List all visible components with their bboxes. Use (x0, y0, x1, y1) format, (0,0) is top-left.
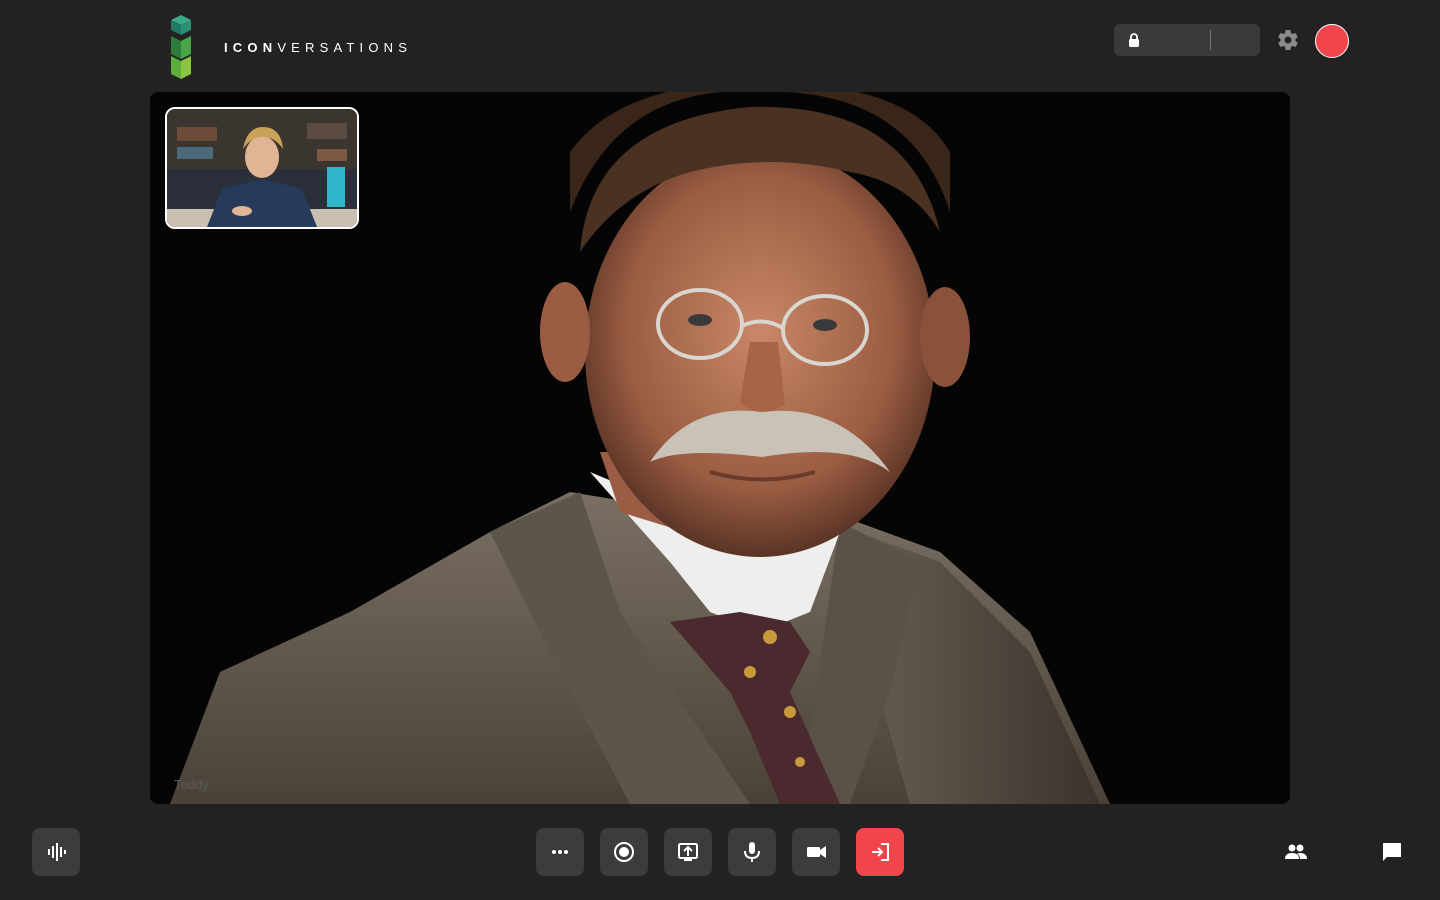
camera-button[interactable] (792, 828, 840, 876)
record-button[interactable] (600, 828, 648, 876)
brand-name-bold: ICON (224, 39, 278, 55)
leave-icon (872, 843, 889, 861)
self-view-video[interactable] (165, 107, 359, 229)
camera-icon (807, 846, 826, 858)
microphone-icon (744, 842, 760, 862)
audio-visualizer-button[interactable] (32, 828, 80, 876)
record-icon (614, 842, 634, 862)
self-view-image (167, 109, 357, 227)
lock-icon (1129, 33, 1139, 47)
recording-status-indicator[interactable] (1315, 24, 1349, 58)
share-screen-icon (678, 843, 698, 861)
more-options-button[interactable] (536, 828, 584, 876)
participants-button[interactable] (1272, 828, 1320, 876)
audio-wave-icon (48, 843, 66, 861)
share-screen-button[interactable] (664, 828, 712, 876)
more-icon (552, 850, 568, 854)
chat-icon (1383, 843, 1401, 861)
people-icon (1285, 844, 1307, 859)
room-info[interactable] (1114, 24, 1260, 56)
room-divider (1210, 30, 1211, 50)
logo-mark-icon (171, 15, 191, 79)
brand-name: ICONVERSATIONS (224, 40, 412, 55)
remote-participant-name: Teddy (174, 777, 209, 792)
gear-icon[interactable] (1276, 28, 1300, 52)
app-logo: ICONVERSATIONS (166, 14, 412, 80)
brand-name-light: VERSATIONS (277, 39, 413, 55)
microphone-button[interactable] (728, 828, 776, 876)
leave-call-button[interactable] (856, 828, 904, 876)
chat-button[interactable] (1368, 828, 1416, 876)
